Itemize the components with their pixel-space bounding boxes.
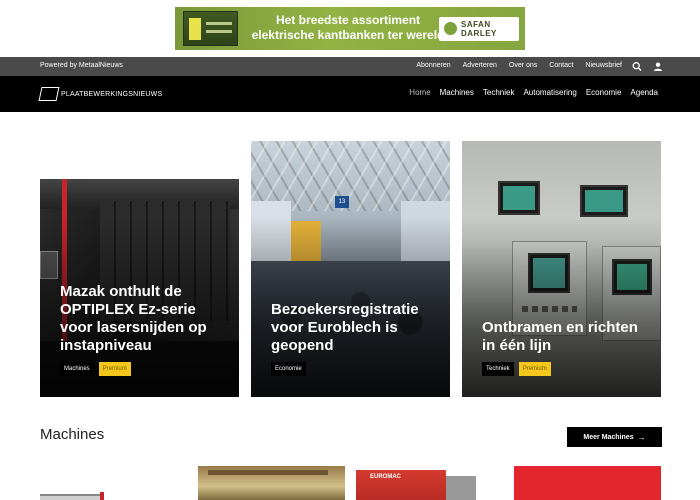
featured-article-ontbramen[interactable]: Ontbramen en richten in één lijn Technie…	[462, 141, 661, 397]
article-tags: Techniek Premium	[482, 362, 556, 376]
logo-icon	[38, 87, 60, 101]
logo-mark-icon	[444, 22, 457, 35]
article-title[interactable]: Bezoekersregistratie voor Euroblech is g…	[271, 301, 438, 355]
banner-ad[interactable]: Het breedste assortiment elektrische kan…	[175, 7, 525, 50]
machines-thumb-2[interactable]	[198, 466, 345, 500]
nav-item-home[interactable]: Home	[409, 88, 430, 97]
banner-text: Het breedste assortiment elektrische kan…	[243, 13, 453, 43]
more-machines-button[interactable]: Meer Machines →	[567, 427, 662, 447]
link-nieuwsbrief[interactable]: Nieuwsbrief	[585, 62, 622, 69]
safan-darley-logo: SAFAN DARLEY	[439, 17, 519, 41]
nav-item-techniek[interactable]: Techniek	[483, 88, 515, 97]
arrow-right-icon: →	[637, 432, 646, 442]
featured-article-mazak[interactable]: Mazak onthult de OPTIPLEX Ez-serie voor …	[40, 141, 239, 397]
link-contact[interactable]: Contact	[549, 62, 573, 69]
article-title[interactable]: Mazak onthult de OPTIPLEX Ez-serie voor …	[60, 283, 227, 355]
nav-menu: Home Machines Techniek Automatisering Ec…	[400, 88, 658, 97]
tag-premium[interactable]: Premium	[98, 362, 131, 376]
nav-item-machines[interactable]: Machines	[440, 88, 474, 97]
machines-thumb-4[interactable]	[514, 466, 661, 500]
tag-machines[interactable]: Machines	[60, 362, 94, 376]
thumb-red-accent	[100, 492, 104, 500]
thumb-machine-side	[446, 476, 476, 500]
user-icon[interactable]	[653, 61, 663, 72]
site-name: PLAATBEWERKINGSNIEUWS	[61, 90, 163, 98]
monitor-screen	[503, 186, 535, 210]
main-nav: PLAATBEWERKINGSNIEUWS Home Machines Tech…	[0, 76, 700, 112]
banner-line-1: Het breedste assortiment	[275, 13, 421, 27]
article-title[interactable]: Ontbramen en richten in één lijn	[482, 319, 649, 355]
monitor-screen	[585, 190, 623, 212]
thumb-label: EUROMAC	[370, 474, 401, 480]
logo-line-1: SAFAN	[461, 20, 491, 29]
article-tags: Economie	[271, 362, 311, 376]
utility-bar: Powered by MetaalNieuws Abonneren Advert…	[0, 57, 700, 76]
tag-premium[interactable]: Premium	[518, 362, 551, 376]
more-machines-label: Meer Machines	[583, 433, 634, 441]
link-adverteren[interactable]: Adverteren	[463, 62, 497, 69]
article-tags: Machines Premium	[60, 362, 136, 376]
tag-techniek[interactable]: Techniek	[482, 362, 514, 376]
section-title-machines: Machines	[40, 426, 105, 443]
logo-line-2: DARLEY	[461, 29, 497, 38]
banner-line-2: elektrische kantbanken ter wereld	[251, 28, 445, 42]
featured-article-euroblech[interactable]: 13 Bezoekersregistratie voor Euroblech i…	[251, 141, 450, 397]
powered-by[interactable]: Powered by MetaalNieuws	[40, 62, 123, 69]
nav-item-agenda[interactable]: Agenda	[630, 88, 658, 97]
machines-thumb-1[interactable]	[40, 466, 187, 500]
hall-sign: 13	[335, 196, 349, 208]
monitor-left	[498, 181, 540, 215]
site-logo[interactable]: PLAATBEWERKINGSNIEUWS	[38, 86, 163, 102]
press-brake-image	[183, 11, 238, 46]
machines-thumb-3[interactable]: EUROMAC	[356, 466, 503, 500]
tag-economie[interactable]: Economie	[271, 362, 306, 376]
utility-links: Abonneren Adverteren Over ons Contact Ni…	[404, 62, 622, 69]
nav-item-economie[interactable]: Economie	[586, 88, 622, 97]
thumb-machine-base	[40, 494, 100, 500]
nav-item-automatisering[interactable]: Automatisering	[523, 88, 576, 97]
link-over-ons[interactable]: Over ons	[509, 62, 537, 69]
link-abonneren[interactable]: Abonneren	[416, 62, 450, 69]
search-icon[interactable]	[632, 61, 642, 72]
monitor-right	[580, 185, 628, 217]
thumb-rail	[208, 470, 328, 475]
